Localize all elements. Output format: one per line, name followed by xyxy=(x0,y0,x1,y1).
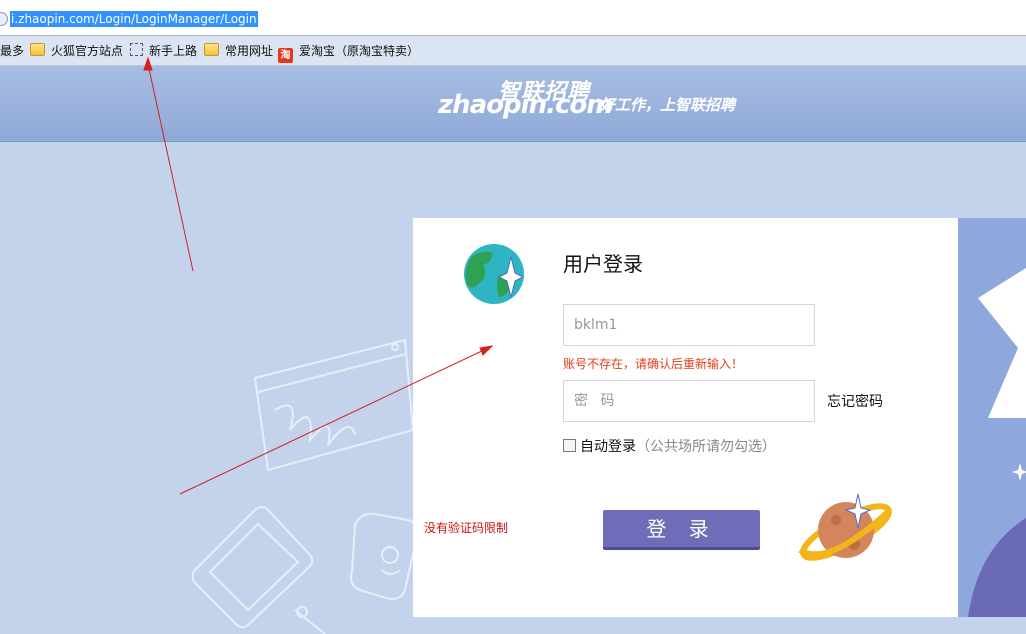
background-illustration xyxy=(191,338,418,634)
bookmark-firefox-official[interactable]: 火狐官方站点 xyxy=(30,42,123,60)
bookmark-label: 爱淘宝（原淘宝特卖） xyxy=(299,44,420,58)
site-header: zhaopin.com 智联招聘 好工作，上智联招聘 xyxy=(0,66,1026,142)
bookmark-most-visited[interactable]: 最多 xyxy=(0,42,24,60)
header-slogan: 好工作，上智联招聘 xyxy=(600,96,736,114)
dashed-box-icon xyxy=(130,43,143,56)
auto-login-hint: （公共场所请勿勾选） xyxy=(636,439,776,455)
bookmarks-toolbar: 最多 火狐官方站点 新手上路 常用网址 淘爱淘宝（原淘宝特卖） xyxy=(0,36,1026,66)
bookmark-getting-started[interactable]: 新手上路 xyxy=(130,42,197,60)
auto-login-label[interactable]: 自动登录 xyxy=(580,439,636,455)
folder-icon xyxy=(30,43,45,56)
login-card: 用户登录 bklm1 账号不存在，请确认后重新输入！ 密 码 忘记密码 自动登录… xyxy=(413,218,958,617)
url-text[interactable]: i.zhaopin.com/Login/LoginManager/Login xyxy=(10,11,258,27)
annotation-note: 没有验证码限制 xyxy=(424,521,509,535)
globe-icon xyxy=(464,244,525,304)
bookmark-label: 常用网址 xyxy=(225,44,274,58)
logo-chinese: 智联招聘 xyxy=(498,80,591,105)
decorative-side-panel xyxy=(958,218,1026,617)
auto-login-checkbox[interactable] xyxy=(563,439,576,452)
site-identity-icon[interactable] xyxy=(0,12,8,26)
decorative-shapes xyxy=(968,268,1026,617)
taobao-icon: 淘 xyxy=(278,48,293,63)
password-input[interactable]: 密 码 xyxy=(563,380,815,422)
bookmark-label: 火狐官方站点 xyxy=(51,44,124,58)
forgot-password-link[interactable]: 忘记密码 xyxy=(827,391,883,411)
folder-icon xyxy=(204,43,219,56)
login-title: 用户登录 xyxy=(563,252,643,276)
login-button[interactable]: 登 录 xyxy=(603,510,760,550)
username-input[interactable]: bklm1 xyxy=(563,304,815,346)
bookmark-aitaobao[interactable]: 淘爱淘宝（原淘宝特卖） xyxy=(278,42,420,63)
address-bar[interactable]: i.zhaopin.com/Login/LoginManager/Login xyxy=(0,0,1026,36)
bookmark-label: 新手上路 xyxy=(149,44,198,58)
auto-login-row: 自动登录（公共场所请勿勾选） xyxy=(563,436,776,456)
username-error-message: 账号不存在，请确认后重新输入！ xyxy=(563,357,744,371)
bookmark-label: 最多 xyxy=(0,44,25,58)
planet-icon xyxy=(798,493,893,561)
bookmark-common-sites[interactable]: 常用网址 xyxy=(204,42,273,60)
